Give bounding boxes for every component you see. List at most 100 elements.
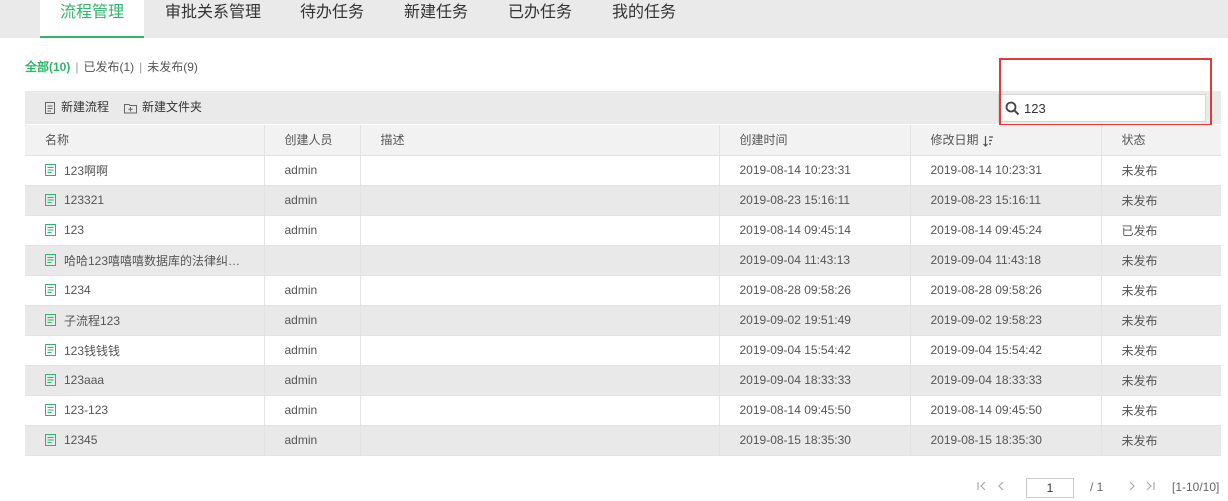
document-icon [45,101,55,114]
cell-description [359,305,719,335]
cell-status: 未发布 [1100,275,1221,305]
sort-descending-icon[interactable] [982,135,994,147]
flow-name[interactable]: 123啊啊 [64,162,108,179]
filter-all[interactable]: 全部(10) [25,60,70,74]
cell-modified-date: 2019-08-14 09:45:50 [909,395,1101,425]
new-flow-button[interactable]: 新建流程 [44,91,109,124]
flow-file-icon [45,314,56,326]
flow-name[interactable]: 哈哈123嘻嘻嘻数据库的法律纠… [64,252,240,269]
search-box [998,94,1206,122]
header-created-time[interactable]: 创建时间 [718,125,910,155]
tab-approval-relations[interactable]: 审批关系管理 [165,0,261,38]
header-status[interactable]: 状态 [1100,125,1221,155]
cell-modified-date: 2019-09-02 19:58:23 [909,305,1101,335]
cell-modified-date: 2019-08-28 09:58:26 [909,275,1101,305]
cell-created-time: 2019-09-02 19:51:49 [718,305,910,335]
cell-name[interactable]: 123 [25,215,264,245]
tab-new-task[interactable]: 新建任务 [404,0,468,38]
first-page-icon[interactable] [975,480,989,494]
cell-created-time: 2019-08-14 09:45:50 [718,395,910,425]
cell-status: 未发布 [1100,245,1221,275]
table-row[interactable]: 12345 admin 2019-08-15 18:35:30 2019-08-15 … [25,425,1221,455]
flow-name[interactable]: 123-123 [64,403,108,417]
filter-separator: | [139,60,143,74]
cell-status: 已发布 [1100,215,1221,245]
flow-file-icon [45,374,56,386]
page-total: / 1 [1090,480,1104,494]
next-page-icon[interactable] [1125,480,1139,494]
cell-status: 未发布 [1100,395,1221,425]
cell-status: 未发布 [1100,305,1221,335]
table-row[interactable]: 123钱钱钱 admin 2019-09-04 15:54:42 2019-09-04… [25,335,1221,365]
table-row[interactable]: 子流程123 admin 2019-09-02 19:51:49 2019-09-02… [25,305,1221,335]
cell-creator: admin [263,365,360,395]
flow-name[interactable]: 123aaa [64,373,104,387]
flow-file-icon [45,404,56,416]
flow-name[interactable]: 1234 [64,283,91,297]
filter-separator: | [75,60,79,74]
tab-pending-tasks[interactable]: 待办任务 [300,0,364,38]
cell-name[interactable]: 123321 [25,185,264,215]
status-filter: 全部(10) | 已发布(1) | 未发布(9) [25,58,198,76]
header-modified-date[interactable]: 修改日期 [909,125,1101,155]
cell-description [359,365,719,395]
flow-file-icon [45,284,56,296]
cell-creator: admin [263,275,360,305]
cell-status: 未发布 [1100,335,1221,365]
cell-name[interactable]: 哈哈123嘻嘻嘻数据库的法律纠… [25,245,264,275]
cell-description [359,275,719,305]
cell-created-time: 2019-08-14 10:23:31 [718,155,910,185]
cell-description [359,395,719,425]
cell-modified-date: 2019-08-14 09:45:24 [909,215,1101,245]
cell-name[interactable]: 123aaa [25,365,264,395]
top-nav: 流程管理 审批关系管理 待办任务 新建任务 已办任务 我的任务 [0,0,1228,38]
new-folder-button[interactable]: 新建文件夹 [124,91,202,124]
table-header-row: 名称 创建人员 描述 创建时间 修改日期 状态 [25,125,1221,155]
table-row[interactable]: 123啊啊 admin 2019-08-14 10:23:31 2019-08-14 … [25,155,1221,185]
table-row[interactable]: 123 admin 2019-08-14 09:45:14 2019-08-14 09… [25,215,1221,245]
flow-name[interactable]: 12345 [64,433,97,447]
search-input[interactable] [1024,95,1199,121]
cell-name[interactable]: 123钱钱钱 [25,335,264,365]
flow-file-icon [45,164,56,176]
cell-name[interactable]: 1234 [25,275,264,305]
cell-description [359,185,719,215]
header-name[interactable]: 名称 [25,125,264,155]
cell-name[interactable]: 123啊啊 [25,155,264,185]
flow-name[interactable]: 123321 [64,193,104,207]
page-number-input[interactable] [1026,478,1074,498]
cell-name[interactable]: 子流程123 [25,305,264,335]
cell-modified-date: 2019-08-14 10:23:31 [909,155,1101,185]
cell-name[interactable]: 12345 [25,425,264,455]
table-row[interactable]: 123-123 admin 2019-08-14 09:45:50 2019-08-1… [25,395,1221,425]
flow-table: 名称 创建人员 描述 创建时间 修改日期 状态 123啊啊 admin 2019-0… [25,125,1221,456]
cell-created-time: 2019-08-14 09:45:14 [718,215,910,245]
flow-file-icon [45,194,56,206]
prev-page-icon[interactable] [994,480,1008,494]
table-row[interactable]: 123aaa admin 2019-09-04 18:33:33 2019-09-04… [25,365,1221,395]
cell-status: 未发布 [1100,425,1221,455]
filter-published[interactable]: 已发布(1) [83,60,134,74]
folder-add-icon [124,103,137,113]
table-row[interactable]: 1234 admin 2019-08-28 09:58:26 2019-08-28 0… [25,275,1221,305]
table-row[interactable]: 哈哈123嘻嘻嘻数据库的法律纠… 2019-09-04 11:43:13 2019-… [25,245,1221,275]
cell-modified-date: 2019-09-04 18:33:33 [909,365,1101,395]
flow-name[interactable]: 123 [64,223,84,237]
filter-unpublished[interactable]: 未发布(9) [147,60,198,74]
header-creator[interactable]: 创建人员 [263,125,360,155]
flow-name[interactable]: 123钱钱钱 [64,342,120,359]
cell-created-time: 2019-09-04 11:43:13 [718,245,910,275]
table-row[interactable]: 123321 admin 2019-08-23 15:16:11 2019-08-23… [25,185,1221,215]
tab-done-tasks[interactable]: 已办任务 [508,0,572,38]
tab-flow-management[interactable]: 流程管理 [40,0,145,38]
cell-description [359,155,719,185]
cell-creator: admin [263,425,360,455]
flow-name[interactable]: 子流程123 [64,312,120,329]
search-icon [1005,101,1020,116]
cell-name[interactable]: 123-123 [25,395,264,425]
header-description[interactable]: 描述 [359,125,719,155]
tab-my-tasks[interactable]: 我的任务 [612,0,676,38]
last-page-icon[interactable] [1143,480,1157,494]
cell-modified-date: 2019-09-04 11:43:18 [909,245,1101,275]
cell-description [359,245,719,275]
